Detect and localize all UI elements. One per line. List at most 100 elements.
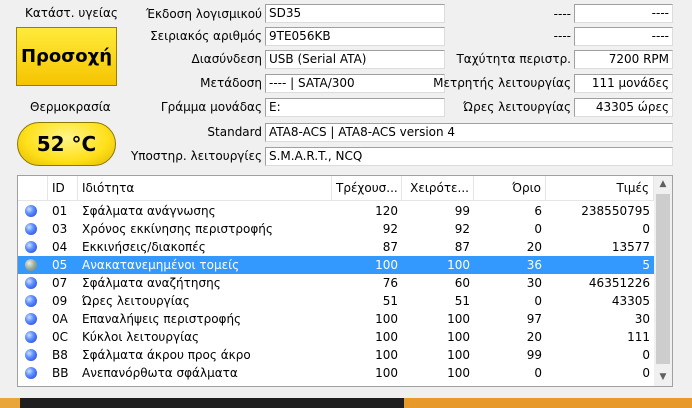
cell-cur: 100 (375, 258, 398, 272)
cell-raw: 5 (642, 258, 650, 272)
rotation-rate-field[interactable]: 7200 RPM (574, 50, 673, 69)
unknown1-field[interactable]: ---- (574, 4, 673, 23)
cell-worst: 100 (447, 348, 470, 362)
cell-cur: 87 (382, 240, 398, 254)
power-on-hours-field[interactable]: 43305 ώρες (574, 98, 673, 117)
cell-attr: Σφάλματα ανάγνωσης (82, 204, 216, 218)
cell-worst: 92 (454, 222, 470, 236)
good-status-icon (25, 277, 37, 289)
cell-thr: 97 (526, 312, 542, 326)
unknown1-label: ---- (553, 7, 571, 21)
cell-raw: 30 (634, 312, 650, 326)
header-threshold[interactable]: Όριο (474, 176, 546, 200)
cell-attr: Ανεπανόρθωτα σφάλματα (82, 366, 238, 380)
power-on-count-label: Μετρητής λειτουργίας (433, 76, 571, 90)
cell-cur: 51 (382, 294, 398, 308)
transfer-mode-field[interactable]: ---- | SATA/300 (265, 74, 445, 93)
header-status[interactable] (18, 176, 48, 200)
cell-attr: Χρόνος εκκίνησης περιστροφής (82, 222, 273, 236)
features-field[interactable]: S.M.A.R.T., NCQ (265, 147, 673, 166)
cell-raw: 238550795 (581, 204, 650, 218)
rotation-rate-label: Ταχύτητα περιστρ. (456, 52, 571, 66)
header-current[interactable]: Τρέχουσ... (332, 176, 402, 200)
unknown2-label: ---- (553, 29, 571, 43)
cell-worst: 100 (447, 258, 470, 272)
health-status-button[interactable]: Προσοχή (16, 27, 117, 86)
cell-thr: 36 (526, 258, 542, 272)
table-row[interactable]: 03 Χρόνος εκκίνησης περιστροφής 92 92 0 0 (18, 220, 654, 238)
good-status-icon (25, 295, 37, 307)
good-status-icon (25, 349, 37, 361)
header-worst[interactable]: Χειρότε... (402, 176, 474, 200)
power-on-count-field[interactable]: 111 μονάδες (574, 74, 673, 93)
cell-id: 09 (52, 294, 68, 308)
cell-worst: 51 (454, 294, 470, 308)
serial-field[interactable]: 9TE056KB (265, 27, 445, 46)
scroll-up-icon[interactable]: ▲ (654, 176, 672, 193)
cell-thr: 99 (526, 348, 542, 362)
cell-thr: 0 (534, 366, 542, 380)
table-scrollbar[interactable]: ▲ ▼ (654, 176, 672, 386)
health-status-label: Κατάστ. υγείας (25, 6, 118, 20)
table-row[interactable]: 0A Επαναλήψεις περιστροφής 100 100 97 30 (18, 310, 654, 328)
standard-label: Standard (207, 125, 262, 139)
table-row[interactable]: BB Ανεπανόρθωτα σφάλματα 100 100 0 0 (18, 364, 654, 382)
scroll-down-icon[interactable]: ▼ (654, 369, 672, 386)
cell-attr: Κύκλοι λειτουργίας (82, 330, 200, 344)
cell-worst: 100 (447, 366, 470, 380)
smart-attributes-table[interactable]: ID Ιδιότητα Τρέχουσ... Χειρότε... Όριο Τ… (17, 175, 673, 387)
good-status-icon (25, 205, 37, 217)
header-raw[interactable]: Τιμές (546, 176, 654, 200)
temperature-value: 52 °C (36, 132, 97, 156)
cell-attr: Σφάλματα άκρου προς άκρο (82, 348, 251, 362)
cell-attr: Ανακατανεμημένοι τομείς (82, 258, 240, 272)
table-header: ID Ιδιότητα Τρέχουσ... Χειρότε... Όριο Τ… (18, 176, 654, 201)
cell-id: 0A (52, 312, 68, 326)
good-status-icon (25, 313, 37, 325)
temperature-badge[interactable]: 52 °C (17, 122, 116, 166)
cell-thr: 0 (534, 294, 542, 308)
cell-id: 04 (52, 240, 68, 254)
cell-raw: 111 (627, 330, 650, 344)
table-row[interactable]: B8 Σφάλματα άκρου προς άκρο 100 100 99 0 (18, 346, 654, 364)
unknown2-field[interactable]: ---- (574, 27, 673, 46)
cell-thr: 0 (534, 222, 542, 236)
cell-thr: 20 (526, 330, 542, 344)
cell-worst: 100 (447, 312, 470, 326)
cell-attr: Επαναλήψεις περιστροφής (82, 312, 242, 326)
table-row[interactable]: 05 Ανακατανεμημένοι τομείς 100 100 36 5 (18, 256, 654, 274)
taskbar-right-accent (404, 398, 692, 408)
serial-label: Σειριακός αριθμός (150, 29, 262, 43)
scroll-thumb[interactable] (656, 194, 670, 364)
cell-thr: 6 (534, 204, 542, 218)
features-label: Υποστηρ. λειτουργίες (130, 149, 262, 163)
cell-id: 05 (52, 258, 68, 272)
cell-id: BB (52, 366, 69, 380)
cell-raw: 0 (642, 222, 650, 236)
cell-worst: 87 (454, 240, 470, 254)
cell-cur: 100 (375, 348, 398, 362)
cell-id: 0C (52, 330, 69, 344)
cell-id: 03 (52, 222, 68, 236)
table-row[interactable]: 01 Σφάλματα ανάγνωσης 120 99 6 238550795 (18, 202, 654, 220)
cell-cur: 92 (382, 222, 398, 236)
cell-attr: Ώρες λειτουργίας (82, 294, 190, 308)
table-row[interactable]: 09 Ώρες λειτουργίας 51 51 0 43305 (18, 292, 654, 310)
header-attribute[interactable]: Ιδιότητα (78, 176, 332, 200)
cell-cur: 100 (375, 330, 398, 344)
cell-cur: 100 (375, 366, 398, 380)
drive-letter-label: Γράμμα μονάδας (160, 100, 262, 114)
health-status-value: Προσοχή (20, 46, 113, 67)
table-row[interactable]: 07 Σφάλματα αναζήτησης 76 60 30 46351226 (18, 274, 654, 292)
header-id[interactable]: ID (48, 176, 78, 200)
table-row[interactable]: 04 Εκκινήσεις/διακοπές 87 87 20 13577 (18, 238, 654, 256)
taskbar-left-accent (0, 398, 20, 408)
cell-raw: 43305 (611, 294, 650, 308)
firmware-field[interactable]: SD35 (265, 4, 445, 23)
standard-field[interactable]: ATA8-ACS | ATA8-ACS version 4 (265, 123, 673, 142)
drive-letter-field[interactable]: E: (265, 98, 445, 117)
cell-worst: 100 (447, 330, 470, 344)
good-status-icon (25, 241, 37, 253)
interface-field[interactable]: USB (Serial ATA) (265, 50, 445, 69)
table-row[interactable]: 0C Κύκλοι λειτουργίας 100 100 20 111 (18, 328, 654, 346)
